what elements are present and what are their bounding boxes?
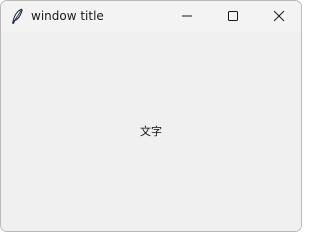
minimize-button[interactable] — [164, 1, 210, 32]
content-label: 文字 — [140, 125, 162, 138]
title-bar[interactable]: window title — [1, 1, 301, 32]
close-button[interactable] — [256, 1, 301, 32]
window-title: window title — [31, 9, 104, 23]
client-area: 文字 — [1, 32, 301, 231]
maximize-button[interactable] — [210, 1, 256, 32]
minimize-icon — [181, 7, 193, 26]
close-icon — [273, 7, 285, 26]
maximize-icon — [227, 7, 239, 26]
feather-icon — [10, 8, 24, 24]
app-window: window title 文字 — [0, 0, 302, 232]
